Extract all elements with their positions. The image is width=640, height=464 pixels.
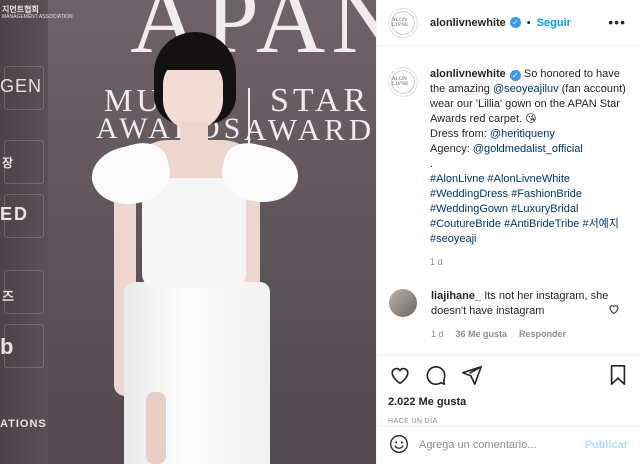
comment-item: liajihane_ Its not her instagram, she do… — [388, 289, 628, 339]
caption-part: . — [430, 158, 434, 170]
mention-link[interactable]: @heritiqueny — [490, 128, 555, 140]
author-username[interactable]: alonlivnewhite — [430, 17, 506, 29]
bookmark-icon[interactable] — [606, 363, 630, 387]
hair-bangs — [158, 40, 228, 70]
likes-count[interactable]: 2.022 Me gusta — [388, 396, 630, 408]
comment-body: liajihane_ Its not her instagram, she do… — [431, 289, 621, 339]
comments-list[interactable]: ALON LIVNE alonlivnewhite ✓ So honored to… — [377, 47, 640, 355]
separator-dot: • — [526, 16, 531, 29]
post-actions: 2.022 Me gusta HACE UN DÍA — [377, 355, 640, 425]
post-header: ALON LIVNE alonlivnewhite ✓ • Seguir ••• — [377, 0, 640, 46]
caption-part: Dress from: — [430, 128, 490, 140]
avatar-logo-text: ALON LIVNE — [392, 77, 409, 87]
caption: ALON LIVNE alonlivnewhite ✓ So honored to… — [388, 67, 628, 247]
verified-badge-icon: ✓ — [509, 17, 521, 28]
comment-likes-link[interactable]: 36 Me gusta — [456, 329, 508, 339]
share-icon[interactable] — [460, 363, 484, 387]
publish-button[interactable]: Publicar — [585, 439, 628, 451]
post-side-panel: ALON LIVNE alonlivnewhite ✓ • Seguir •••… — [376, 0, 640, 464]
avatar-logo-text: ALON LIVNE — [392, 17, 409, 28]
follow-button[interactable]: Seguir — [537, 17, 571, 29]
post-photo[interactable]: 지먼트협회 MANAGEMENT ASSOCIATION GEN 장 ED 즈 … — [0, 0, 376, 464]
action-icons-row — [388, 362, 630, 388]
author-avatar[interactable]: ALON LIVNE — [388, 7, 418, 38]
more-options-icon[interactable]: ••• — [608, 14, 626, 30]
avatar-ring: ALON LIVNE — [391, 10, 415, 35]
add-comment-bar: Publicar — [377, 425, 640, 464]
reply-button[interactable]: Responder — [519, 329, 566, 339]
comment-text: liajihane_ Its not her instagram, she do… — [431, 289, 621, 319]
verified-badge-icon: ✓ — [509, 70, 521, 81]
person-figure — [0, 0, 376, 464]
mention-link[interactable]: @goldmedalist_official — [473, 143, 583, 155]
heart-icon[interactable] — [388, 363, 412, 387]
emoji-icon[interactable] — [389, 434, 409, 457]
caption-avatar[interactable]: ALON LIVNE — [388, 67, 418, 97]
comment-time: 1 d — [431, 329, 444, 339]
post-timestamp: HACE UN DÍA — [388, 418, 438, 425]
comment-like-heart-icon[interactable] — [608, 303, 620, 318]
mention-link[interactable]: @seoyeajiluv — [493, 83, 559, 95]
avatar-ring: ALON LIVNE — [391, 70, 415, 94]
caption-time: 1 d — [430, 257, 443, 267]
comment-icon[interactable] — [424, 363, 448, 387]
commenter-avatar[interactable] — [389, 289, 417, 317]
caption-username[interactable]: alonlivnewhite — [430, 68, 506, 80]
caption-part: Agency: — [430, 143, 473, 155]
leg — [146, 392, 166, 464]
caption-text: alonlivnewhite ✓ So honored to have the a… — [430, 67, 626, 247]
commenter-username[interactable]: liajihane_ — [431, 290, 481, 302]
comment-input[interactable] — [419, 439, 585, 451]
hashtags-link[interactable]: #AlonLivne #AlonLivneWhite #WeddingDress… — [430, 173, 619, 245]
comment-meta: 1 d 36 Me gusta Responder — [431, 329, 621, 339]
